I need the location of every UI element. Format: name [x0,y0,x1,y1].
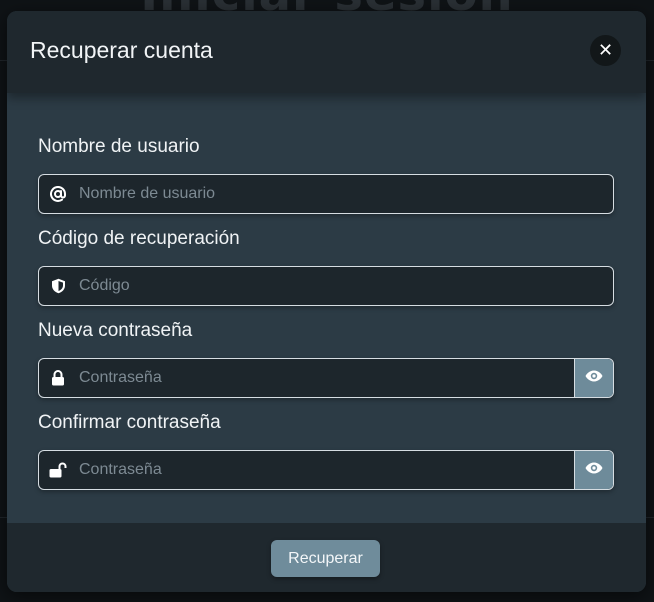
new-password-input-group [38,358,614,398]
recovery-code-label: Código de recuperación [38,228,240,249]
recovery-code-input[interactable] [77,267,613,305]
new-password-label: Nueva contraseña [38,320,193,341]
toggle-new-password-visibility-button[interactable] [574,359,613,397]
recovery-code-input-group [38,266,614,306]
lock-icon [39,359,77,397]
recover-account-modal: Recuperar cuenta ✕ Nombre de usuario Cód… [7,11,646,592]
username-input-group [38,174,614,214]
confirm-password-label: Confirmar contraseña [38,412,221,433]
modal-footer: Recuperar [7,523,646,592]
new-password-input[interactable] [77,359,574,397]
confirm-password-input-group [38,450,614,490]
username-input[interactable] [77,175,613,213]
recover-button[interactable]: Recuperar [271,540,380,577]
modal-header: Recuperar cuenta ✕ [7,11,646,93]
eye-icon [585,369,603,387]
confirm-password-input[interactable] [77,451,574,489]
modal-title: Recuperar cuenta [30,37,213,63]
modal-body: Nombre de usuario Código de recuperación [7,93,646,523]
close-button[interactable]: ✕ [590,35,621,66]
shield-icon [39,267,77,305]
eye-icon [585,461,603,479]
unlock-icon [39,451,77,489]
username-label: Nombre de usuario [38,136,200,157]
close-icon: ✕ [597,40,614,61]
at-icon [39,175,77,213]
toggle-confirm-password-visibility-button[interactable] [574,451,613,489]
